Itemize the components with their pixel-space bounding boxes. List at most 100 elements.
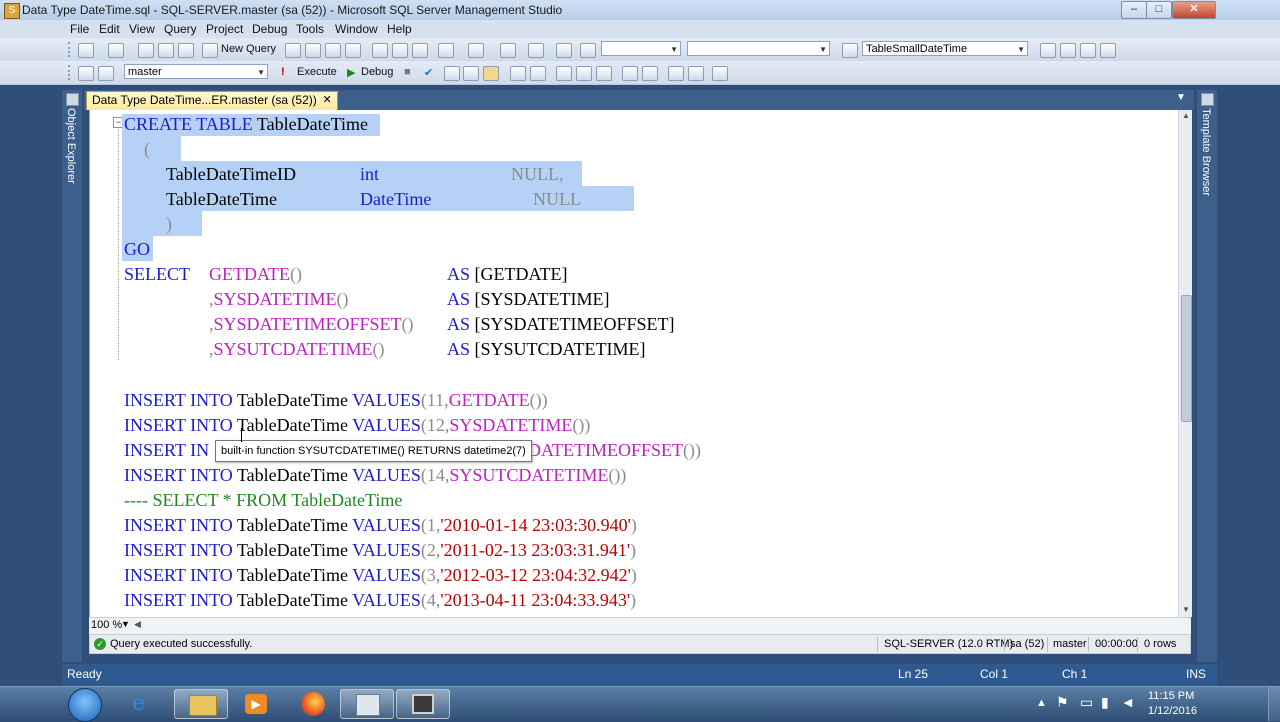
object-explorer-label[interactable]: Object Explorer xyxy=(65,108,77,184)
change-connection-icon[interactable] xyxy=(98,66,114,81)
tray-show-hidden-icon[interactable]: ▲ xyxy=(1036,697,1047,709)
ssms-taskbar-button[interactable] xyxy=(340,689,394,719)
toolbar-grip[interactable] xyxy=(68,65,73,80)
maximize-button[interactable]: □ xyxy=(1146,1,1172,19)
database-combo[interactable]: master ▼ xyxy=(124,64,268,79)
scroll-down-icon[interactable]: ▼ xyxy=(1182,605,1190,614)
scroll-thumb[interactable] xyxy=(1181,295,1192,422)
uncomment-icon[interactable] xyxy=(642,66,658,81)
specify-values-icon[interactable] xyxy=(712,66,728,81)
code-token: ,SYSDATETIMEOFFSET() xyxy=(209,314,414,334)
explorer-taskbar-button[interactable] xyxy=(174,689,228,719)
action-center-flag-icon[interactable]: ⚑ xyxy=(1056,694,1069,711)
vertical-scrollbar[interactable]: ▲ ▼ xyxy=(1178,110,1192,617)
menu-bar: File Edit View Query Project Debug Tools… xyxy=(0,20,1280,38)
menu-window[interactable]: Window xyxy=(335,22,378,36)
save-all-icon[interactable] xyxy=(178,43,194,58)
connect-icon[interactable] xyxy=(78,66,94,81)
solution-config-combo[interactable]: ▼ xyxy=(601,41,681,56)
ssms-app-icon[interactable]: S xyxy=(4,3,20,19)
comment-out-icon[interactable] xyxy=(622,66,638,81)
solution-platform-combo[interactable]: ▼ xyxy=(687,41,830,56)
redo-icon[interactable] xyxy=(468,43,484,58)
mdx-query-icon[interactable] xyxy=(325,43,341,58)
execute-button[interactable]: Execute xyxy=(297,66,337,78)
screen-recorder-taskbar-button[interactable] xyxy=(396,689,450,719)
menu-tools[interactable]: Tools xyxy=(296,22,324,36)
scroll-up-icon[interactable]: ▲ xyxy=(1182,111,1190,120)
zoom-combo[interactable]: 100 % xyxy=(91,619,122,631)
code-line: INSERT INTO TableDateTime VALUES(4,'2013… xyxy=(124,590,637,610)
clock-date[interactable]: 1/12/2016 xyxy=(1148,705,1197,717)
increase-indent-icon[interactable] xyxy=(688,66,704,81)
analysis-query-icon[interactable] xyxy=(305,43,321,58)
close-button[interactable]: ✕ xyxy=(1172,1,1216,19)
results-to-file-icon[interactable] xyxy=(596,66,612,81)
new-project-icon[interactable] xyxy=(78,43,94,58)
display-plan-icon[interactable] xyxy=(444,66,460,81)
zoom-dropdown-icon[interactable]: ▼ xyxy=(121,619,130,629)
navigate-forward-icon[interactable] xyxy=(528,43,544,58)
object-explorer-strip[interactable]: Object Explorer xyxy=(62,90,82,662)
selection-margin[interactable] xyxy=(90,110,120,617)
network-icon[interactable]: ▮ xyxy=(1101,694,1109,711)
show-desktop-button[interactable] xyxy=(1268,687,1280,721)
cancel-query-icon[interactable]: ■ xyxy=(404,66,411,78)
results-to-text-icon[interactable] xyxy=(556,66,572,81)
new-query-icon[interactable] xyxy=(202,43,218,58)
volume-icon[interactable]: ◄ xyxy=(1121,694,1135,710)
windows-taskbar: e ▶ ▲ ⚑ ▭ ▮ ◄ 11:15 PM 1/12/2016 xyxy=(0,686,1280,722)
open-file-icon[interactable] xyxy=(138,43,154,58)
tab-dropdown-icon[interactable]: ▼ xyxy=(1176,92,1186,103)
template-browser-strip[interactable]: Template Browser xyxy=(1197,90,1217,662)
object-explorer-icon[interactable] xyxy=(1040,43,1056,58)
monitor-icon[interactable]: ▭ xyxy=(1080,694,1093,711)
debug-button[interactable]: Debug xyxy=(361,66,393,78)
clock-time[interactable]: 11:15 PM xyxy=(1148,690,1194,702)
cut-icon[interactable] xyxy=(372,43,388,58)
results-to-grid-icon[interactable] xyxy=(576,66,592,81)
find-in-files-icon[interactable] xyxy=(842,43,858,58)
parse-icon[interactable]: ✔ xyxy=(424,66,433,79)
menu-query[interactable]: Query xyxy=(164,22,197,36)
minimize-button[interactable]: – xyxy=(1121,1,1147,19)
media-player-taskbar-button[interactable]: ▶ xyxy=(230,689,284,719)
xmla-query-icon[interactable] xyxy=(345,43,361,58)
db-engine-query-icon[interactable] xyxy=(285,43,301,58)
options-icon[interactable] xyxy=(1100,43,1116,58)
start-icon[interactable] xyxy=(580,43,596,58)
execute-icon: ! xyxy=(281,66,285,78)
find-icon[interactable] xyxy=(556,43,572,58)
document-tab[interactable]: Data Type DateTime...ER.master (sa (52))… xyxy=(86,91,338,110)
query-designer-icon[interactable] xyxy=(463,66,479,81)
menu-file[interactable]: File xyxy=(70,22,89,36)
decrease-indent-icon[interactable] xyxy=(668,66,684,81)
code-line: CREATE TABLE TableDateTime xyxy=(124,114,368,134)
sql-editor[interactable]: − CREATE TABLE TableDateTime ( TableDate… xyxy=(89,110,1192,617)
navigate-back-icon[interactable] xyxy=(500,43,516,58)
menu-help[interactable]: Help xyxy=(387,22,412,36)
tab-close-icon[interactable]: ✕ xyxy=(323,92,332,109)
include-plan-icon[interactable] xyxy=(510,66,526,81)
undo-icon[interactable] xyxy=(438,43,454,58)
intellisense-icon[interactable] xyxy=(483,66,499,81)
properties-icon[interactable] xyxy=(1060,43,1076,58)
paste-icon[interactable] xyxy=(412,43,428,58)
menu-debug[interactable]: Debug xyxy=(252,22,287,36)
save-icon[interactable] xyxy=(158,43,174,58)
new-query-button[interactable]: New Query xyxy=(221,43,276,55)
firefox-taskbar-button[interactable] xyxy=(286,689,340,719)
scroll-left-icon[interactable]: ◀ xyxy=(134,619,141,630)
client-statistics-icon[interactable] xyxy=(530,66,546,81)
menu-view[interactable]: View xyxy=(129,22,155,36)
toolbox-icon[interactable] xyxy=(1080,43,1096,58)
start-button[interactable] xyxy=(68,688,102,722)
copy-icon[interactable] xyxy=(392,43,408,58)
menu-edit[interactable]: Edit xyxy=(99,22,120,36)
find-combo[interactable]: TableSmallDateTime ▼ xyxy=(862,41,1028,56)
add-item-icon[interactable] xyxy=(108,43,124,58)
template-browser-label[interactable]: Template Browser xyxy=(1200,108,1212,196)
ie-taskbar-button[interactable]: e xyxy=(116,689,170,719)
menu-project[interactable]: Project xyxy=(206,22,243,36)
toolbar-grip[interactable] xyxy=(68,42,73,57)
